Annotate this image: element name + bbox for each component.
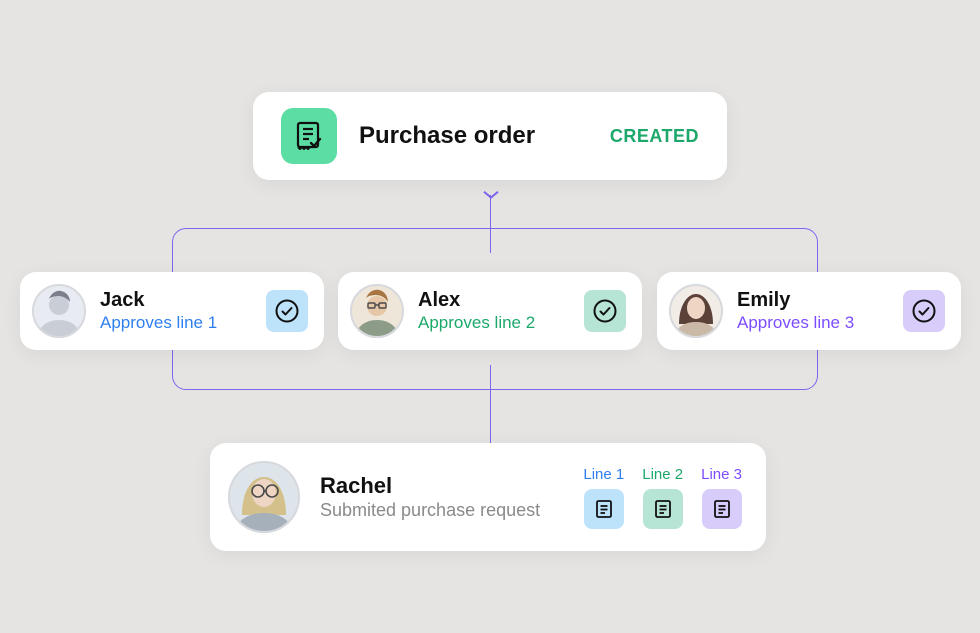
- document-check-icon: [281, 108, 337, 164]
- document-icon: [584, 489, 624, 529]
- avatar: [32, 284, 86, 338]
- approver-name: Alex: [418, 288, 570, 312]
- line-label: Line 2: [642, 466, 683, 483]
- flow-line-top: [490, 195, 491, 253]
- line-label: Line 3: [701, 466, 742, 483]
- line-item-1: Line 1: [583, 466, 624, 529]
- approver-text: Emily Approves line 3: [737, 288, 889, 333]
- line-item-2: Line 2: [642, 466, 683, 529]
- approver-card-emily: Emily Approves line 3: [657, 272, 961, 350]
- requester-name: Rachel: [320, 472, 563, 500]
- purchase-order-card: Purchase order CREATED: [253, 92, 727, 180]
- approver-card-alex: Alex Approves line 2: [338, 272, 642, 350]
- avatar: [669, 284, 723, 338]
- requester-text: Rachel Submited purchase request: [320, 472, 563, 523]
- avatar: [228, 461, 300, 533]
- approver-name: Emily: [737, 288, 889, 312]
- approver-action: Approves line 2: [418, 312, 570, 333]
- approver-action: Approves line 1: [100, 312, 252, 333]
- purchase-order-status-badge: CREATED: [610, 126, 699, 147]
- requester-action: Submited purchase request: [320, 499, 563, 522]
- check-circle-icon: [584, 290, 626, 332]
- check-circle-icon: [266, 290, 308, 332]
- approver-action: Approves line 3: [737, 312, 889, 333]
- approver-name: Jack: [100, 288, 252, 312]
- flow-line-bottom: [490, 365, 491, 443]
- purchase-order-title: Purchase order: [359, 122, 588, 150]
- document-icon: [643, 489, 683, 529]
- approver-card-jack: Jack Approves line 1: [20, 272, 324, 350]
- line-item-3: Line 3: [701, 466, 742, 529]
- approver-text: Alex Approves line 2: [418, 288, 570, 333]
- approver-text: Jack Approves line 1: [100, 288, 252, 333]
- avatar: [350, 284, 404, 338]
- line-label: Line 1: [583, 466, 624, 483]
- request-lines: Line 1 Line 2 Line 3: [583, 466, 742, 529]
- requester-card: Rachel Submited purchase request Line 1 …: [210, 443, 766, 551]
- check-circle-icon: [903, 290, 945, 332]
- document-icon: [702, 489, 742, 529]
